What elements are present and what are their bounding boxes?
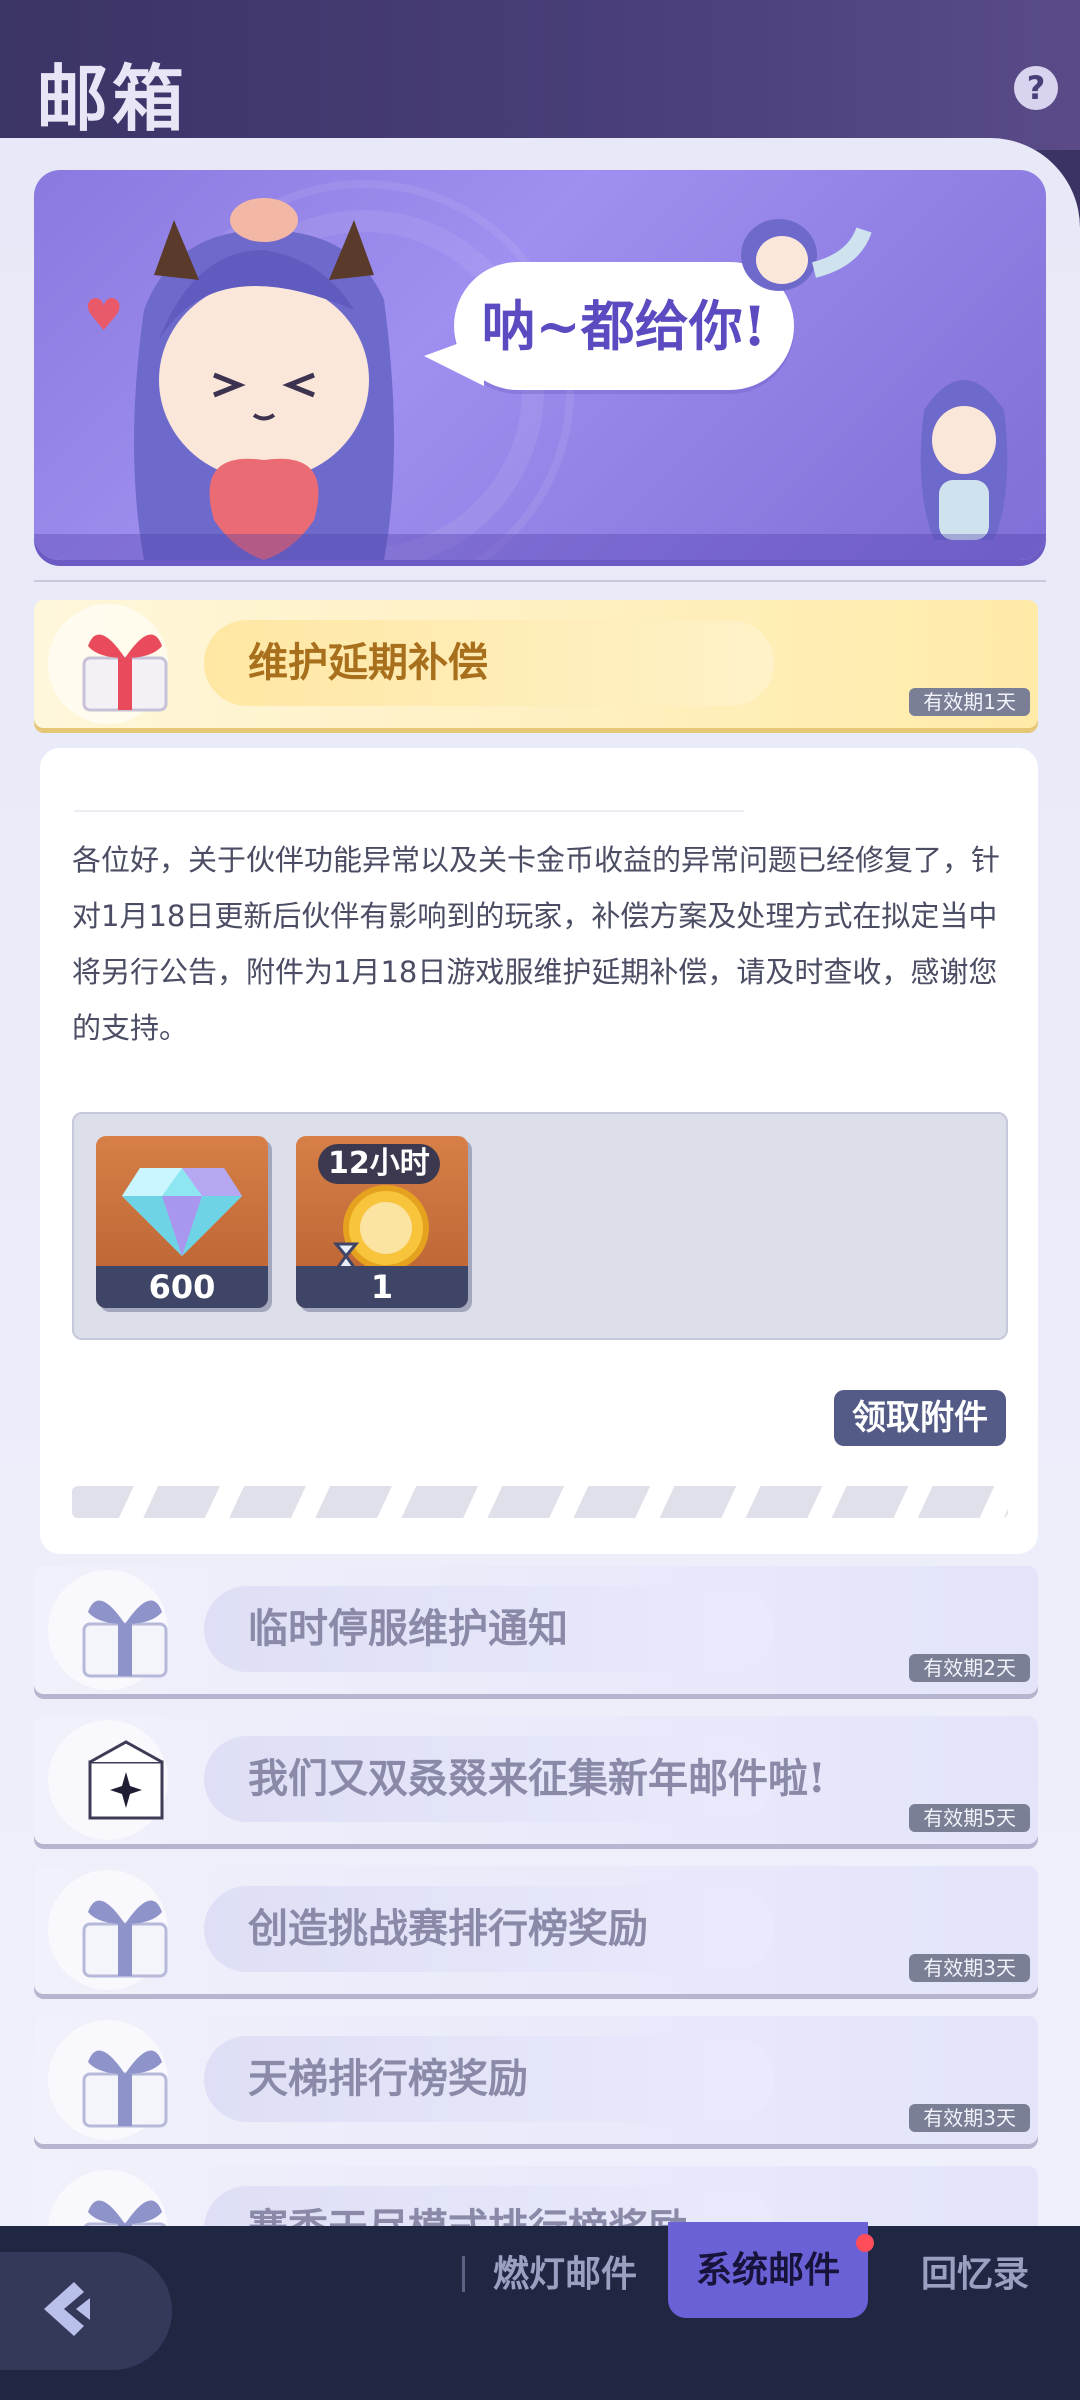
help-icon[interactable]: ? xyxy=(1014,66,1058,110)
expiry-badge: 有效期5天 xyxy=(909,1804,1030,1832)
mail-title: 创造挑战赛排行榜奖励 xyxy=(248,1905,648,1952)
back-button[interactable] xyxy=(0,2252,172,2370)
hatch-divider xyxy=(72,1486,1008,1518)
header: 邮箱 ? xyxy=(0,0,1080,150)
attachment-box: 600 12小时 1 xyxy=(72,1112,1008,1340)
tab-memories[interactable]: 回忆录 xyxy=(900,2226,1050,2322)
mail-title: 天梯排行榜奖励 xyxy=(248,2055,528,2102)
gift-icon xyxy=(82,1600,168,1678)
expiry-badge: 有效期2天 xyxy=(909,1654,1030,1682)
coin-icon xyxy=(332,1185,429,1272)
mail-title: 我们又双叒叕来征集新年邮件啦! xyxy=(248,1755,826,1802)
reward-item[interactable]: 600 xyxy=(96,1136,268,1308)
page-title: 邮箱 xyxy=(36,56,189,141)
tab-lantern-mail[interactable]: 燃灯邮件 xyxy=(480,2226,650,2322)
notification-dot xyxy=(856,2234,874,2252)
gift-icon xyxy=(82,1900,168,1978)
expiry-badge: 有效期1天 xyxy=(909,688,1030,716)
reward-item[interactable]: 12小时 1 xyxy=(296,1136,468,1308)
character-illustration xyxy=(134,198,394,560)
gift-icon xyxy=(82,634,168,712)
chibi-character-illustration xyxy=(920,380,1008,540)
envelope-icon xyxy=(88,1740,164,1820)
heart-icon: ♥ xyxy=(84,290,124,341)
mail-body: 各位好，关于伙伴功能异常以及关卡金币收益的异常问题已经修复了，针对1月18日更新… xyxy=(72,843,1001,1045)
mail-item[interactable]: 我们又双叒叕来征集新年邮件啦! 有效期5天 xyxy=(34,1716,1038,1844)
mail-item[interactable]: 天梯排行榜奖励 有效期3天 xyxy=(34,2016,1038,2144)
tab-system-mail[interactable]: 系统邮件 xyxy=(668,2222,868,2318)
gift-icon xyxy=(82,2050,168,2128)
mail-title: 维护延期补偿 xyxy=(248,639,488,686)
back-arrow-icon xyxy=(44,2282,90,2336)
duration-tag: 12小时 xyxy=(318,1144,440,1184)
mail-detail: 各位好，关于伙伴功能异常以及关卡金币收益的异常问题已经修复了，针对1月18日更新… xyxy=(40,748,1038,1554)
diamond-icon xyxy=(122,1168,242,1256)
mail-banner: ♥ 呐~都给你! xyxy=(34,170,1046,560)
reward-count: 1 xyxy=(296,1266,468,1308)
expiry-badge: 有效期3天 xyxy=(909,2104,1030,2132)
mail-title: 临时停服维护通知 xyxy=(248,1605,568,1652)
bottom-nav: 燃灯邮件 系统邮件 回忆录 xyxy=(0,2222,1080,2400)
divider xyxy=(34,580,1046,582)
mail-item[interactable]: 创造挑战赛排行榜奖励 有效期3天 xyxy=(34,1866,1038,1994)
claim-attachment-button[interactable]: 领取附件 xyxy=(834,1390,1006,1446)
mail-item[interactable]: 临时停服维护通知 有效期2天 xyxy=(34,1566,1038,1694)
mail-item-active[interactable]: 维护延期补偿 有效期1天 xyxy=(34,600,1038,728)
expiry-badge: 有效期3天 xyxy=(909,1954,1030,1982)
mini-character-illustration xyxy=(741,219,872,291)
reward-count: 600 xyxy=(96,1266,268,1308)
